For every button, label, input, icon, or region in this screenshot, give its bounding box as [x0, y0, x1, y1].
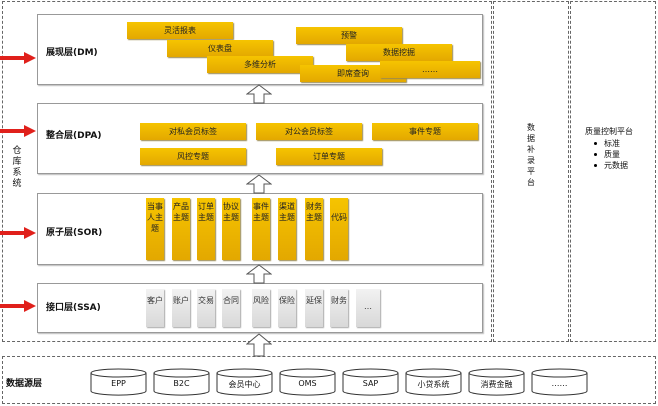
- quality-item: 标准: [594, 138, 628, 149]
- dpa-tag: 订单专题: [276, 148, 382, 165]
- datasource-name: SAP: [362, 379, 379, 388]
- sor-tag: 产品主题: [172, 198, 190, 260]
- sor-tag: 财务主题: [305, 198, 323, 260]
- red-right-arrow-icon: [0, 52, 36, 64]
- dm-tag: 多维分析: [207, 56, 313, 73]
- quality-platform-list: 标准 质量 元数据: [594, 138, 628, 171]
- datasource-name: OMS: [298, 379, 317, 388]
- red-right-arrow-icon: [0, 125, 36, 137]
- red-right-arrow-icon: [0, 300, 36, 312]
- datasource-name: 会员中心: [228, 380, 261, 389]
- quality-item: 质量: [594, 149, 628, 160]
- dm-tag: 灵活报表: [127, 22, 233, 39]
- dpa-tag: 对私会员标签: [140, 123, 246, 140]
- datasource-item: EPP: [90, 368, 147, 396]
- hollow-up-arrow-icon: [246, 174, 272, 194]
- datasource-item: 消费金融: [468, 368, 525, 396]
- quality-platform-title: 质量控制平台: [585, 127, 633, 136]
- dm-tag: 数据挖掘: [346, 44, 452, 61]
- datasource-item: 小贷系统: [405, 368, 462, 396]
- ssa-tag: 合同: [222, 289, 240, 327]
- dpa-tag: 事件专题: [372, 123, 478, 140]
- hollow-up-arrow-icon: [246, 264, 272, 284]
- dm-tag: ……: [380, 61, 480, 78]
- hollow-up-arrow-icon: [246, 84, 272, 104]
- datasource-name: B2C: [173, 379, 190, 388]
- warehouse-label: 仓库系统: [12, 146, 22, 189]
- sor-tag: 渠道主题: [278, 198, 296, 260]
- ssa-tag: 风险: [252, 289, 270, 327]
- ssa-tag: 延保: [305, 289, 323, 327]
- dpa-tag: 风控专题: [140, 148, 246, 165]
- layer-dm-label: 展现层(DM): [46, 48, 98, 58]
- datasource-item: ……: [531, 368, 588, 396]
- datasource-item: B2C: [153, 368, 210, 396]
- ssa-tag: 交易: [197, 289, 215, 327]
- datasource-item: SAP: [342, 368, 399, 396]
- datasource-item: OMS: [279, 368, 336, 396]
- layer-sor-label: 原子层(SOR): [46, 228, 103, 238]
- sor-tag: 当事人主题: [146, 198, 164, 260]
- datasource-name: EPP: [111, 379, 126, 388]
- sor-tag: 代码: [330, 198, 348, 260]
- sor-tag: 协议主题: [222, 198, 240, 260]
- dpa-tag: 对公会员标签: [256, 123, 362, 140]
- quality-platform-frame: [570, 1, 656, 342]
- ssa-tag: 客户: [146, 289, 164, 327]
- ssa-tag: …: [356, 289, 380, 327]
- datasource-item: 会员中心: [216, 368, 273, 396]
- red-right-arrow-icon: [0, 227, 36, 239]
- datasource-name: 小贷系统: [417, 380, 450, 389]
- ssa-tag: 账户: [172, 289, 190, 327]
- ssa-tag: 财务: [330, 289, 348, 327]
- dm-tag: 仪表盘: [167, 40, 273, 57]
- layer-ssa-label: 接口层(SSA): [46, 303, 101, 313]
- ssa-tag: 保险: [278, 289, 296, 327]
- datasource-name: ……: [551, 379, 568, 388]
- sor-tag: 事件主题: [252, 198, 270, 260]
- datasource-label: 数据源层: [6, 379, 43, 389]
- dm-tag: 预警: [296, 27, 402, 44]
- supplement-platform-label: 数据补录平台: [527, 123, 535, 187]
- sor-tag: 订单主题: [197, 198, 215, 260]
- datasource-name: 消费金融: [480, 380, 513, 389]
- quality-item: 元数据: [594, 160, 628, 171]
- hollow-up-arrow-icon: [246, 333, 272, 357]
- layer-dpa-label: 整合层(DPA): [46, 131, 102, 141]
